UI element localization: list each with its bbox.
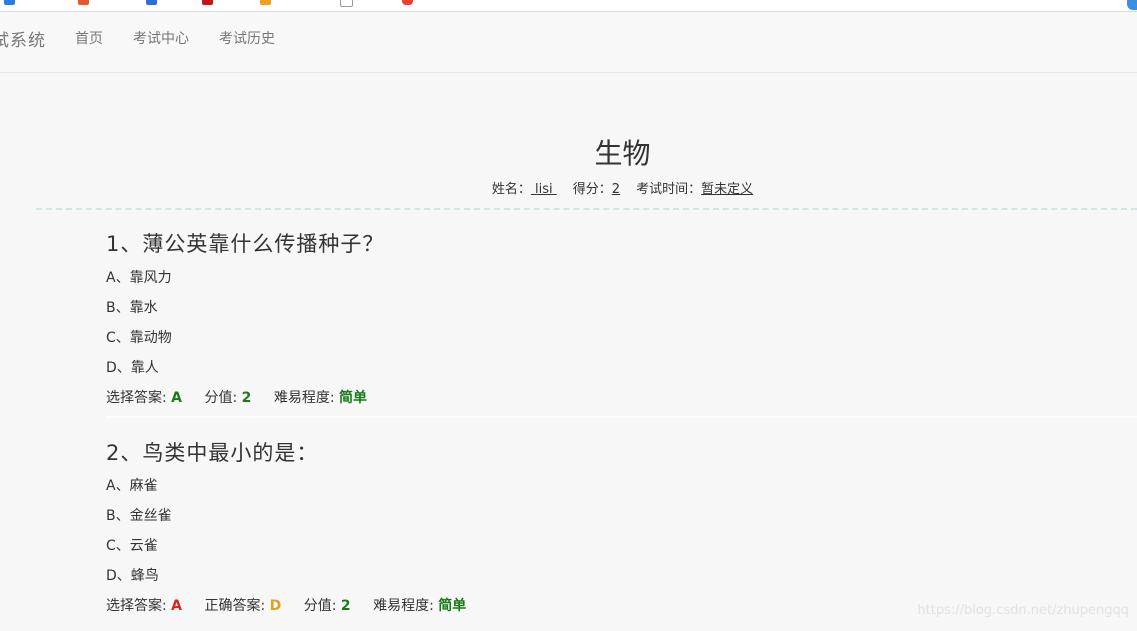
score-value: 2 xyxy=(241,390,252,406)
option-b: B、靠水 xyxy=(106,300,158,316)
selected-answer-value: A xyxy=(171,390,183,406)
name-value: lisi xyxy=(530,182,557,197)
option-a: A、靠风力 xyxy=(106,270,172,286)
bookmark-item[interactable] xyxy=(4,0,15,5)
score-value: 2 xyxy=(611,182,621,197)
nav-home[interactable]: 首页 xyxy=(75,28,103,48)
score-label: 得分： xyxy=(572,182,612,197)
difficulty-value: 简单 xyxy=(339,390,368,406)
option-d: D、蜂鸟 xyxy=(106,568,159,584)
score-label: 分值: xyxy=(204,390,238,406)
name-label: 姓名： xyxy=(491,182,531,197)
bookmark-item[interactable] xyxy=(340,0,353,7)
time-label: 考试时间： xyxy=(636,182,702,197)
option-c: C、靠动物 xyxy=(106,330,172,346)
bookmark-item[interactable] xyxy=(202,0,247,5)
exam-info: 姓名： lisi 得分：2 考试时间：暂未定义 xyxy=(0,178,1137,197)
correct-answer-value: D xyxy=(269,598,282,614)
bookmark-item[interactable] xyxy=(260,0,305,5)
nav-exam-history[interactable]: 考试历史 xyxy=(219,28,275,48)
browser-corner-icon xyxy=(1127,0,1137,10)
correct-answer-label: 正确答案: xyxy=(204,598,266,614)
option-b: B、金丝雀 xyxy=(106,508,172,524)
watermark: https://blog.csdn.net/zhupengqq xyxy=(917,603,1129,618)
score-value: 2 xyxy=(340,598,351,614)
time-value: 暂未定义 xyxy=(701,182,754,197)
question-meta: 选择答案: A 分值: 2 难易程度: 简单 xyxy=(106,387,367,407)
question-title: 2、鸟类中最小的是： xyxy=(106,441,319,465)
bookmark-item[interactable] xyxy=(402,0,447,5)
option-a: A、麻雀 xyxy=(106,478,158,494)
nav-exam-center[interactable]: 考试中心 xyxy=(133,28,189,48)
difficulty-value: 简单 xyxy=(438,598,467,614)
option-d: D、靠人 xyxy=(106,360,159,376)
dashed-divider xyxy=(36,208,1137,210)
score-label: 分值: xyxy=(303,598,337,614)
page-title: 生物 xyxy=(594,137,651,170)
bookmark-item[interactable] xyxy=(78,0,123,5)
selected-answer-label: 选择答案: xyxy=(106,598,167,614)
question-title: 1、薄公英靠什么传播种子？ xyxy=(106,232,385,256)
bookmarks-bar xyxy=(0,0,1137,12)
question-divider xyxy=(106,416,1137,418)
navbar-brand[interactable]: 试系统 xyxy=(0,26,46,51)
option-c: C、云雀 xyxy=(106,538,158,554)
question-meta: 选择答案: A 正确答案: D 分值: 2 难易程度: 简单 xyxy=(106,595,466,615)
selected-answer-label: 选择答案: xyxy=(106,390,167,406)
difficulty-label: 难易程度: xyxy=(273,390,335,406)
difficulty-label: 难易程度: xyxy=(373,598,434,614)
bookmark-item[interactable] xyxy=(146,0,191,5)
selected-answer-value: A xyxy=(171,598,183,614)
navbar: 试系统 首页 考试中心 考试历史 xyxy=(0,12,1137,73)
